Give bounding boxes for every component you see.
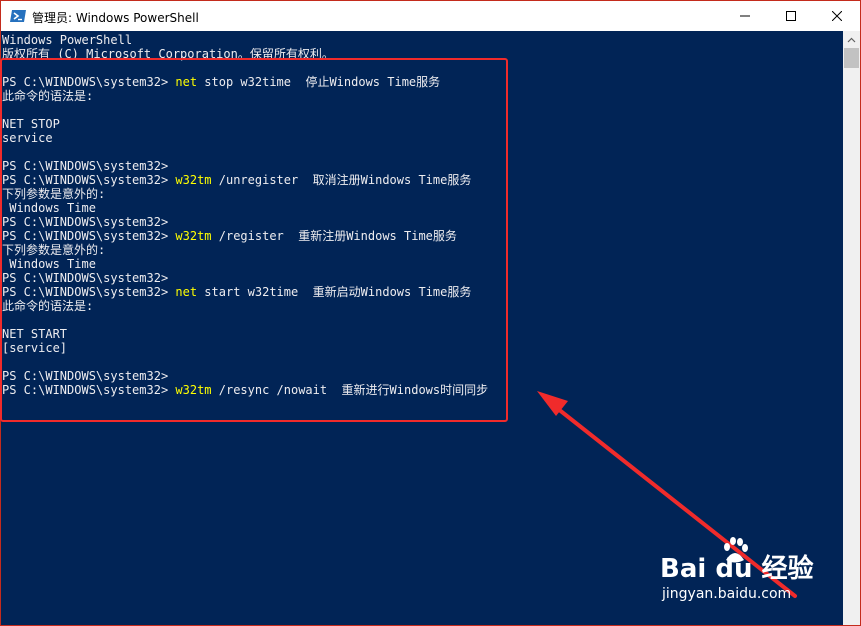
- command-args: /unregister 取消注册Windows Time服务: [211, 173, 472, 187]
- maximize-button[interactable]: [768, 1, 814, 31]
- command-name: w32tm: [175, 173, 212, 187]
- console-line: PS C:\WINDOWS\system32>: [2, 215, 169, 229]
- console-line: PS C:\WINDOWS\system32>: [2, 369, 169, 383]
- chevron-up-icon: [847, 37, 856, 42]
- console-line: service: [2, 131, 53, 145]
- command-args: stop w32time 停止Windows Time服务: [197, 75, 441, 89]
- console-line: PS C:\WINDOWS\system32> w32tm /unregiste…: [2, 173, 488, 187]
- command-args: /register 重新注册Windows Time服务: [211, 229, 457, 243]
- console-line: 此命令的语法是:: [2, 299, 94, 313]
- close-icon: [832, 11, 842, 21]
- close-button[interactable]: [814, 1, 860, 31]
- console-line: NET STOP: [2, 117, 60, 131]
- console-line: 版权所有 (C) Microsoft Corporation。保留所有权利。: [2, 47, 334, 61]
- console-line: 下列参数是意外的:: [2, 187, 106, 201]
- console-line: PS C:\WINDOWS\system32> net start w32tim…: [2, 285, 488, 299]
- console-line: NET START: [2, 327, 68, 341]
- powershell-window: 管理员: Windows PowerShell Windows PowerShe…: [0, 0, 861, 626]
- console-line: Windows Time: [2, 257, 96, 271]
- console-line: PS C:\WINDOWS\system32> w32tm /resync /n…: [2, 383, 488, 397]
- scroll-up-button[interactable]: [843, 31, 860, 48]
- command-args: start w32time 重新启动Windows Time服务: [197, 285, 472, 299]
- minimize-button[interactable]: [722, 1, 768, 31]
- prompt-text: PS C:\WINDOWS\system32>: [2, 173, 176, 187]
- console-lines: Windows PowerShell 版权所有 (C) Microsoft Cor…: [2, 33, 488, 397]
- vertical-scrollbar[interactable]: [843, 31, 860, 625]
- command-name: net: [175, 285, 198, 299]
- scrollbar-thumb[interactable]: [844, 48, 859, 68]
- console-line: 此命令的语法是:: [2, 89, 94, 103]
- prompt-text: PS C:\WINDOWS\system32>: [2, 383, 176, 397]
- maximize-icon: [786, 11, 796, 21]
- command-name: w32tm: [175, 229, 212, 243]
- prompt-text: PS C:\WINDOWS\system32>: [2, 285, 176, 299]
- console-line: PS C:\WINDOWS\system32> w32tm /register …: [2, 229, 488, 243]
- console-line: PS C:\WINDOWS\system32>: [2, 271, 169, 285]
- console-line: PS C:\WINDOWS\system32> net stop w32time…: [2, 75, 488, 89]
- window-title: 管理员: Windows PowerShell: [32, 11, 199, 25]
- powershell-icon: [10, 10, 26, 22]
- console-line: Windows Time: [2, 201, 96, 215]
- prompt-text: PS C:\WINDOWS\system32>: [2, 229, 176, 243]
- minimize-icon: [740, 15, 750, 17]
- console-output[interactable]: Windows PowerShell 版权所有 (C) Microsoft Cor…: [1, 31, 843, 625]
- console-line: PS C:\WINDOWS\system32>: [2, 159, 169, 173]
- console-line: [service]: [2, 341, 68, 355]
- console-line: Windows PowerShell: [2, 33, 133, 47]
- command-name: w32tm: [175, 383, 212, 397]
- console-line: 下列参数是意外的:: [2, 243, 106, 257]
- command-args: /resync /nowait 重新进行Windows时间同步: [211, 383, 489, 397]
- prompt-text: PS C:\WINDOWS\system32>: [2, 75, 176, 89]
- title-bar[interactable]: 管理员: Windows PowerShell: [1, 1, 860, 31]
- command-name: net: [175, 75, 198, 89]
